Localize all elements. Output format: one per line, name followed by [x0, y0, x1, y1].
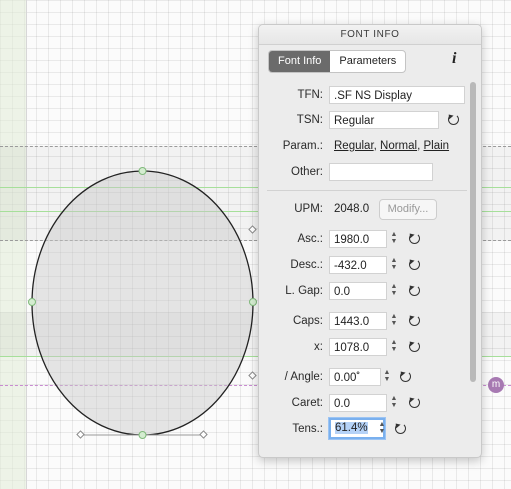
handle-right-bottom[interactable]	[248, 371, 257, 380]
tab-font-info[interactable]: Font Info	[269, 51, 331, 72]
angle-field[interactable]: 0.00˚	[329, 368, 381, 386]
modify-upm-button[interactable]: Modify...	[379, 199, 437, 220]
master-badge[interactable]: m	[488, 377, 504, 393]
panel-tabs: Font Info Parameters	[268, 50, 407, 73]
caps-reset-icon[interactable]	[409, 315, 420, 326]
tfn-field[interactable]: .SF NS Display	[329, 86, 465, 104]
upm-value: 2048.0	[334, 203, 370, 215]
xheight-field[interactable]: 1078.0	[329, 338, 387, 356]
param-label: Param.:	[282, 140, 323, 152]
caps-stepper-icon[interactable]: ▲ ▼	[390, 313, 398, 329]
upm-label: UPM:	[294, 203, 323, 215]
param-link-regular[interactable]: Regular	[334, 140, 374, 152]
tsn-reset-icon[interactable]	[448, 114, 459, 125]
angle-stepper-icon[interactable]: ▲ ▼	[383, 369, 391, 385]
angle-reset-icon[interactable]	[400, 371, 411, 382]
node-right[interactable]	[249, 298, 257, 306]
desc-stepper-icon[interactable]: ▲ ▼	[390, 257, 398, 273]
node-bottom[interactable]	[138, 431, 147, 439]
asc-label: Asc.:	[297, 233, 323, 245]
asc-field[interactable]: 1980.0	[329, 230, 387, 248]
handle-bottom-left[interactable]	[76, 430, 85, 439]
handle-right-top[interactable]	[248, 225, 257, 234]
lgap-label: L. Gap:	[285, 285, 323, 297]
caps-label: Caps:	[292, 315, 323, 327]
param-link-normal[interactable]: Normal	[380, 140, 417, 152]
lgap-stepper-icon[interactable]: ▲ ▼	[390, 283, 398, 299]
desc-label: Desc.:	[290, 259, 323, 271]
tension-label: Tens.:	[292, 423, 323, 435]
tfn-label: TFN:	[297, 89, 323, 101]
node-left[interactable]	[28, 298, 36, 306]
tab-parameters[interactable]: Parameters	[330, 51, 405, 72]
panel-title: FONT INFO	[259, 25, 481, 45]
caret-reset-icon[interactable]	[409, 397, 420, 408]
caret-stepper-icon[interactable]: ▲ ▼	[390, 395, 398, 411]
panel-scrollbar[interactable]	[470, 82, 476, 382]
desc-reset-icon[interactable]	[409, 259, 420, 270]
font-info-panel: FONT INFO Font Info Parameters i TFN: .S…	[258, 24, 482, 458]
asc-reset-icon[interactable]	[409, 233, 420, 244]
other-label: Other:	[291, 166, 323, 178]
param-values: Regular, Normal, Plain	[334, 140, 450, 152]
tension-stepper-icon[interactable]: ▲ ▼	[378, 421, 386, 437]
tsn-field[interactable]: Regular	[329, 111, 439, 129]
asc-stepper-icon[interactable]: ▲ ▼	[390, 231, 398, 247]
desc-field[interactable]: -432.0	[329, 256, 387, 274]
node-top[interactable]	[138, 167, 147, 175]
ellipse-contour[interactable]	[31, 170, 254, 436]
tension-reset-icon[interactable]	[395, 423, 406, 434]
xheight-reset-icon[interactable]	[409, 341, 420, 352]
caps-field[interactable]: 1443.0	[329, 312, 387, 330]
caret-label: Caret:	[291, 397, 323, 409]
caret-field[interactable]: 0.0	[329, 394, 387, 412]
tsn-label: TSN:	[296, 114, 323, 126]
section-divider	[267, 190, 467, 191]
tension-field[interactable]: 61.4%	[329, 418, 385, 439]
xheight-label: x:	[314, 341, 323, 353]
angle-label: / Angle:	[284, 371, 323, 383]
lgap-field[interactable]: 0.0	[329, 282, 387, 300]
lgap-reset-icon[interactable]	[409, 285, 420, 296]
param-link-plain[interactable]: Plain	[423, 140, 449, 152]
tension-value: 61.4%	[335, 422, 368, 434]
handle-bottom-right[interactable]	[199, 430, 208, 439]
xheight-stepper-icon[interactable]: ▲ ▼	[390, 339, 398, 355]
info-icon[interactable]: i	[452, 50, 456, 68]
other-field[interactable]	[329, 163, 433, 181]
